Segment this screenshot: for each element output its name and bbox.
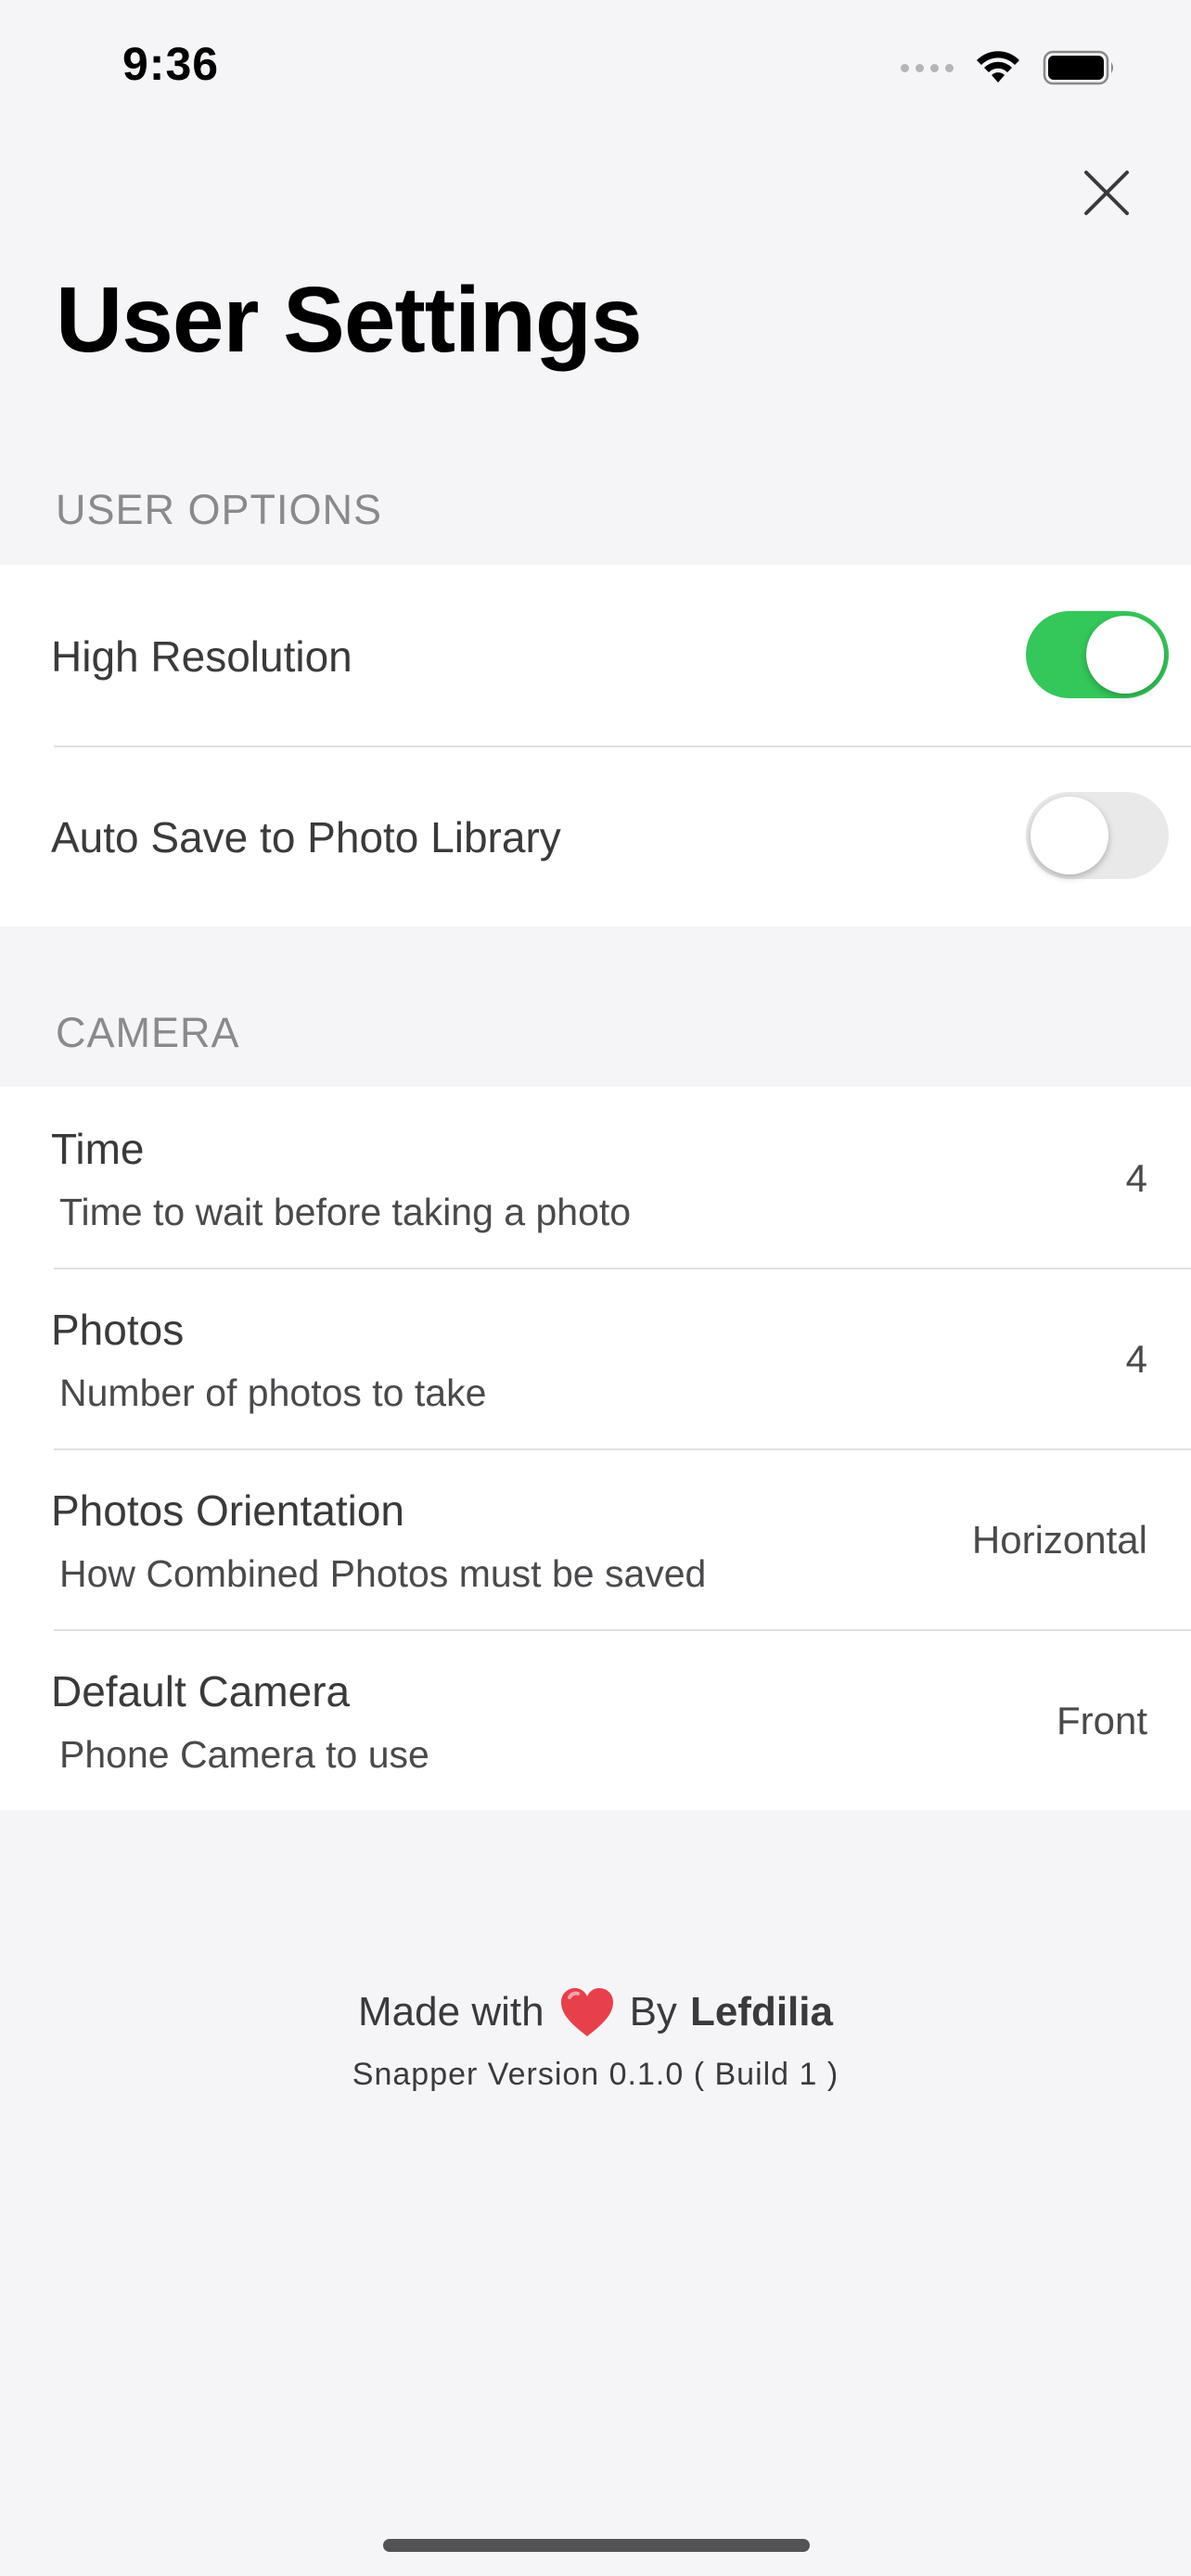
row-title: Photos Orientation: [51, 1486, 405, 1535]
section-header-camera: CAMERA: [56, 1009, 240, 1056]
user-options-group: High Resolution Auto Save to Photo Libra…: [0, 565, 1191, 926]
setting-row-photos[interactable]: Photos Number of photos to take 4: [0, 1268, 1191, 1448]
status-time: 9:36: [122, 38, 220, 90]
heart-icon: [560, 1988, 613, 2036]
by-text: By: [629, 1989, 677, 2034]
row-subtitle: How Combined Photos must be saved: [59, 1552, 707, 1595]
row-value: Horizontal: [971, 1518, 1147, 1562]
version-text: Snapper Version 0.1.0 ( Build 1 ): [352, 2057, 839, 2092]
row-subtitle: Time to wait before taking a photo: [59, 1191, 632, 1233]
row-subtitle: Phone Camera to use: [59, 1733, 429, 1776]
row-title: Photos: [51, 1306, 185, 1354]
setting-row-high-resolution[interactable]: High Resolution: [0, 565, 1191, 746]
row-title: Auto Save to Photo Library: [51, 813, 561, 861]
row-title: Time: [51, 1125, 145, 1173]
row-subtitle: Number of photos to take: [59, 1371, 487, 1414]
setting-row-default-camera[interactable]: Default Camera Phone Camera to use Front: [0, 1629, 1191, 1810]
footer-credit: Made with By Lefdilia: [0, 1984, 1191, 2040]
status-bar: 9:36: [0, 0, 1191, 130]
close-button[interactable]: [1079, 165, 1134, 221]
toggle-knob: [1086, 616, 1164, 694]
setting-row-auto-save[interactable]: Auto Save to Photo Library: [0, 746, 1191, 926]
toggle-knob: [1031, 797, 1108, 874]
camera-group: Time Time to wait before taking a photo …: [0, 1087, 1191, 1810]
row-value: Front: [1056, 1699, 1147, 1742]
author-name: Lefdilia: [689, 1989, 833, 2034]
row-title: Default Camera: [51, 1667, 351, 1715]
row-title: High Resolution: [51, 632, 352, 681]
setting-row-time[interactable]: Time Time to wait before taking a photo …: [0, 1087, 1191, 1268]
close-icon: [1084, 171, 1129, 215]
wifi-icon: [977, 51, 1019, 83]
high-resolution-toggle[interactable]: [1026, 611, 1169, 698]
page-title: User Settings: [56, 268, 643, 372]
home-indicator[interactable]: [383, 2539, 810, 2552]
section-header-user-options: USER OPTIONS: [56, 486, 383, 533]
row-value: 4: [1125, 1156, 1147, 1200]
made-with-text: Made with: [358, 1989, 544, 2034]
auto-save-toggle[interactable]: [1026, 792, 1169, 879]
footer: Made with By Lefdilia Snapper Version 0.…: [0, 1984, 1191, 2093]
status-icons: [901, 46, 1117, 89]
battery-icon: [1043, 50, 1113, 85]
row-value: 4: [1125, 1337, 1147, 1381]
setting-row-photos-orientation[interactable]: Photos Orientation How Combined Photos m…: [0, 1448, 1191, 1629]
signal-dots-icon: [901, 63, 954, 72]
